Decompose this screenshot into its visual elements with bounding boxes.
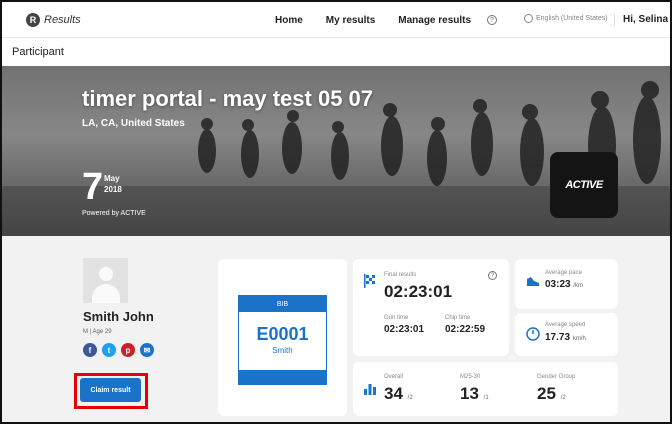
chip-time-value: 02:22:59: [445, 324, 486, 335]
pinterest-icon[interactable]: p: [121, 343, 135, 357]
bar-chart-icon: [364, 384, 376, 395]
final-results-label: Final results: [384, 272, 417, 278]
participant-name: Smith John: [83, 309, 154, 324]
nav-divider: [614, 13, 615, 27]
avatar: [83, 258, 128, 303]
help-icon[interactable]: ?: [487, 15, 497, 25]
gun-time-value: 02:23:01: [384, 324, 425, 335]
bib-card: BIB E0001 Smith: [218, 259, 347, 416]
email-icon[interactable]: ✉: [140, 343, 154, 357]
active-logo: ACTIVE: [550, 152, 618, 218]
results-card: Final results 02:23:01 ? Gun time 02:23:…: [353, 259, 509, 356]
participant-meta: M | Age 29: [83, 329, 112, 335]
social-share-buttons: f t p ✉: [83, 343, 159, 357]
nav-my-results-link[interactable]: My results: [326, 15, 375, 26]
gender-group-rank-value: 25 /2: [537, 384, 566, 403]
facebook-icon[interactable]: f: [83, 343, 97, 357]
event-day: 7: [82, 166, 104, 208]
bib-number: E0001: [256, 324, 309, 344]
age-group-rank-label: M25-30: [460, 374, 481, 380]
gender-group-rank-label: Gender Group: [537, 374, 576, 380]
twitter-icon[interactable]: t: [102, 343, 116, 357]
event-hero-banner: timer portal - may test 05 07 LA, CA, Un…: [2, 66, 670, 236]
bib-bottom-stripe: [239, 370, 326, 384]
average-speed-card: Average speed 17.73 km/h: [515, 313, 618, 356]
checkered-flag-icon: [364, 274, 375, 288]
nav-home-link[interactable]: Home: [275, 15, 303, 26]
nav-links: Home My results Manage results: [275, 2, 494, 38]
language-label: English (United States): [536, 15, 608, 22]
language-selector[interactable]: English (United States): [524, 14, 608, 23]
powered-by-label: Powered by ACTIVE: [82, 210, 146, 217]
chip-time-label: Chip time: [445, 315, 471, 321]
event-month: May: [104, 174, 120, 183]
user-menu[interactable]: Hi, Selina: [623, 14, 668, 25]
nav-manage-results-link[interactable]: Manage results: [398, 15, 471, 26]
bib-name: Smith: [272, 346, 293, 355]
average-speed-value: 17.73 km/h: [545, 332, 586, 343]
section-title-bar: Participant: [2, 38, 670, 66]
overall-rank-value: 34 /2: [384, 384, 413, 403]
speedometer-icon: [526, 327, 540, 341]
final-results-value: 02:23:01: [384, 282, 453, 301]
results-logo[interactable]: R Results: [26, 12, 81, 27]
running-shoe-icon: [527, 277, 539, 286]
bib-label: BIB: [239, 296, 326, 312]
average-speed-label: Average speed: [545, 322, 586, 328]
globe-icon: [524, 14, 533, 23]
overall-rank-label: Overall: [384, 374, 404, 380]
logo-text: Results: [44, 13, 81, 26]
rankings-card: Overall 34 /2 M25-30 13 /1 Gender Group …: [353, 362, 618, 416]
avatar-head-icon: [99, 267, 113, 281]
top-nav: R Results Home My results Manage results…: [2, 2, 670, 38]
event-location: LA, CA, United States: [82, 118, 185, 129]
age-group-rank-value: 13 /1: [460, 384, 489, 403]
section-title: Participant: [12, 46, 64, 58]
results-logo-icon: R: [26, 12, 40, 27]
gun-time-label: Gun time: [384, 315, 409, 321]
average-pace-card: Average pace 03:23 /km: [515, 259, 618, 309]
results-help-icon[interactable]: ?: [488, 271, 497, 280]
event-title: timer portal - may test 05 07: [82, 86, 374, 111]
average-pace-value: 03:23 /km: [545, 279, 584, 290]
claim-result-button[interactable]: Claim result: [80, 378, 141, 402]
participant-details: Smith John M | Age 29 f t p ✉ Claim resu…: [2, 236, 670, 422]
event-year: 2018: [104, 185, 122, 194]
avatar-body-icon: [92, 284, 120, 303]
bib: BIB E0001 Smith: [238, 295, 327, 385]
average-pace-label: Average pace: [545, 270, 582, 276]
